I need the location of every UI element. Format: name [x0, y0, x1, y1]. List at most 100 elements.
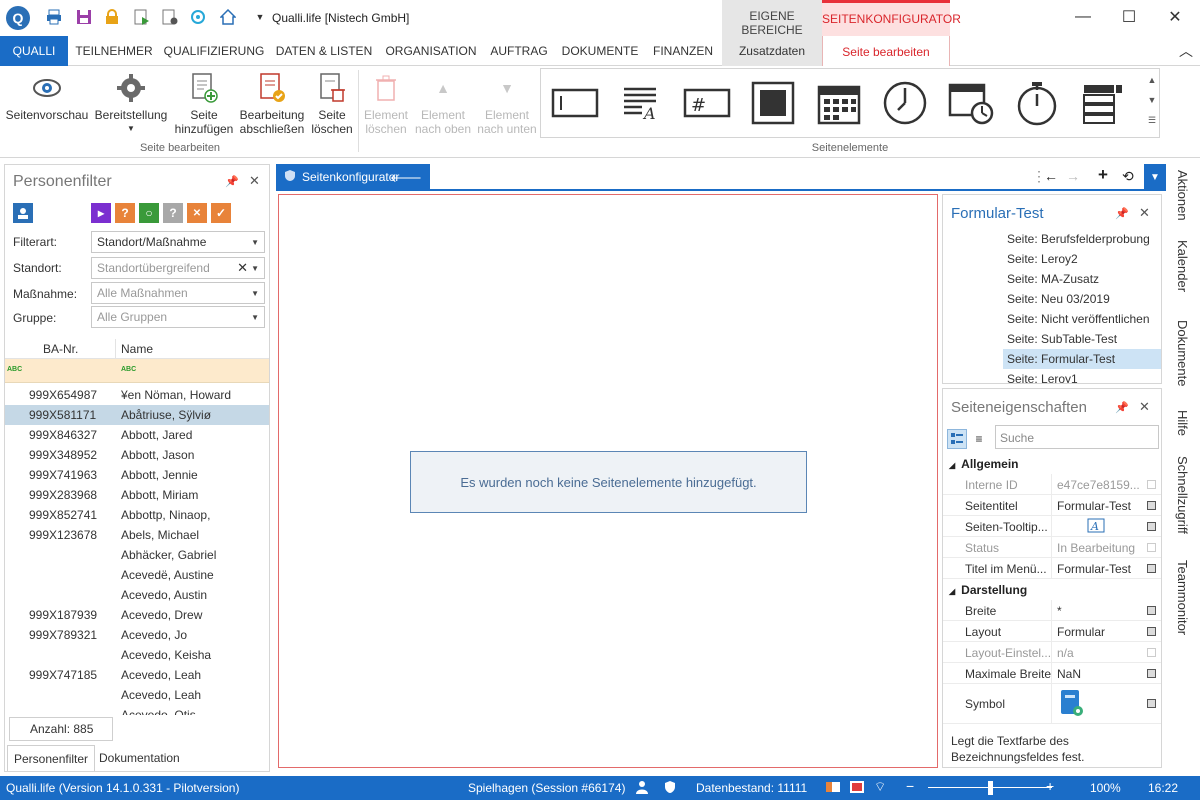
- col-ba-nr[interactable]: BA-Nr.: [43, 342, 78, 356]
- clock-icon[interactable]: [879, 77, 931, 129]
- list-view-icon[interactable]: ≡: [969, 429, 989, 449]
- side-tab-kalender[interactable]: Kalender: [1175, 240, 1190, 292]
- gruppe-select[interactable]: Alle Gruppen ▼: [91, 306, 265, 328]
- close-window-icon[interactable]: ✕: [1152, 0, 1198, 34]
- table-row[interactable]: 999X741963 Abbott, Jennie: [5, 465, 269, 485]
- tree-item[interactable]: Seite: Nicht veröffentlichen: [943, 309, 1161, 329]
- shield-status-icon[interactable]: [664, 780, 676, 797]
- col-name[interactable]: Name: [121, 342, 153, 356]
- quick-access-dropdown-icon[interactable]: ▼: [252, 9, 268, 25]
- prop-layout-einstellungen[interactable]: Layout-Einstel... n/a: [943, 642, 1161, 663]
- home-icon[interactable]: [220, 9, 236, 25]
- property-marker-icon[interactable]: [1147, 543, 1156, 552]
- tab-auftrag[interactable]: AUFTRAG: [484, 36, 554, 66]
- prop-layout[interactable]: Layout Formular: [943, 621, 1161, 642]
- side-tab-hilfe[interactable]: Hilfe: [1175, 410, 1190, 436]
- reset-icon[interactable]: ⟲: [1122, 168, 1134, 185]
- tab-dokumente[interactable]: DOKUMENTE: [556, 36, 644, 66]
- tab-organisation[interactable]: ORGANISATION: [380, 36, 482, 66]
- close-icon[interactable]: ✕: [1139, 205, 1150, 221]
- grid-filter-row[interactable]: ABC ABC: [5, 359, 269, 383]
- tree-item[interactable]: Seite: MA-Zusatz: [943, 269, 1161, 289]
- prop-interne-id[interactable]: Interne ID e47ce7e8159...: [943, 474, 1161, 495]
- pin-icon[interactable]: 📌: [1115, 401, 1129, 414]
- tab-qualli[interactable]: QUALLI: [0, 36, 68, 66]
- table-row[interactable]: 999X348952 Abbott, Jason: [5, 445, 269, 465]
- tab-daten-listen[interactable]: DATEN & LISTEN: [270, 36, 378, 66]
- gallery-scroll[interactable]: ▲ ▼ ☰: [1144, 70, 1160, 136]
- number-field-icon[interactable]: #: [681, 77, 733, 129]
- categorized-view-icon[interactable]: [947, 429, 967, 449]
- checkbox-icon[interactable]: [747, 77, 799, 129]
- side-tab-dokumente[interactable]: Dokumente: [1175, 320, 1190, 386]
- prop-symbol[interactable]: Symbol: [943, 684, 1161, 724]
- mail-icon[interactable]: [826, 780, 840, 797]
- element-loeschen-button[interactable]: Element löschen: [360, 72, 412, 136]
- seite-hinzufuegen-button[interactable]: Seite hinzufügen: [172, 72, 236, 136]
- bereitstellung-button[interactable]: Bereitstellung ▼: [92, 72, 170, 136]
- lock-icon[interactable]: [104, 9, 120, 25]
- symbol-book-icon[interactable]: [1059, 689, 1143, 720]
- seitenvorschau-button[interactable]: Seitenvorschau: [4, 72, 90, 122]
- property-marker-icon[interactable]: [1147, 669, 1156, 678]
- table-row[interactable]: 999X123678 Abels, Michael: [5, 525, 269, 545]
- tree-item[interactable]: Seite: Formular-Test: [1003, 349, 1161, 369]
- nav-forward-icon[interactable]: →: [1066, 168, 1080, 184]
- list-icon[interactable]: [1077, 77, 1129, 129]
- user-icon[interactable]: [636, 780, 648, 797]
- property-marker-icon[interactable]: [1147, 501, 1156, 510]
- page-canvas[interactable]: Es wurden noch keine Seitenelemente hinz…: [278, 194, 938, 768]
- close-icon[interactable]: ✕: [1139, 399, 1150, 415]
- back-arrow-icon[interactable]: 🡐: [390, 170, 422, 185]
- tree-item[interactable]: Seite: Neu 03/2019: [943, 289, 1161, 309]
- table-row[interactable]: Acevedo, Keisha: [5, 645, 269, 665]
- search-input[interactable]: Suche: [995, 425, 1159, 449]
- gallery-down-icon[interactable]: ▼: [1144, 90, 1160, 110]
- table-row[interactable]: 999X852741 Abbottp, Ninaop,: [5, 505, 269, 525]
- property-marker-icon[interactable]: [1147, 522, 1156, 531]
- stopwatch-icon[interactable]: [1011, 77, 1063, 129]
- table-row[interactable]: Acevedo, Austin: [5, 585, 269, 605]
- table-row[interactable]: 999X747185 Acevedo, Leah: [5, 665, 269, 685]
- play-document-icon[interactable]: [134, 9, 150, 25]
- element-nach-unten-button[interactable]: ▼ Element nach unten: [476, 72, 538, 136]
- zoom-in-icon[interactable]: +: [1046, 778, 1054, 794]
- text-area-icon[interactable]: A: [615, 77, 667, 129]
- filter-cross-icon[interactable]: ✕: [187, 203, 207, 223]
- filterart-select[interactable]: Standort/Maßnahme ▼: [91, 231, 265, 253]
- filter-check-icon[interactable]: ✓: [211, 203, 231, 223]
- table-row[interactable]: Acevedo, Otis: [5, 705, 269, 715]
- property-marker-icon[interactable]: [1147, 699, 1156, 708]
- table-row[interactable]: 999X789321 Acevedo, Jo: [5, 625, 269, 645]
- property-marker-icon[interactable]: [1147, 648, 1156, 657]
- text-filter-icon[interactable]: ABC: [7, 366, 22, 373]
- window-status-icon[interactable]: [850, 780, 864, 797]
- table-row[interactable]: 999X654987 ¥en Nöman, Howard: [5, 385, 269, 405]
- table-row[interactable]: 999X187939 Acevedo, Drew: [5, 605, 269, 625]
- tab-finanzen[interactable]: FINANZEN: [646, 36, 720, 66]
- property-marker-icon[interactable]: [1147, 627, 1156, 636]
- clear-icon[interactable]: ✕: [237, 260, 248, 276]
- seite-loeschen-button[interactable]: Seite löschen: [308, 72, 356, 136]
- app-logo-icon[interactable]: Q: [6, 6, 30, 30]
- close-icon[interactable]: ✕: [249, 173, 260, 189]
- pin-icon[interactable]: 📌: [1115, 207, 1129, 220]
- table-row[interactable]: 999X283968 Abbott, Miriam: [5, 485, 269, 505]
- document-settings-icon[interactable]: [162, 9, 178, 25]
- wifi-icon[interactable]: ⌔: [874, 779, 886, 795]
- side-tab-aktionen[interactable]: Aktionen: [1175, 170, 1190, 221]
- gallery-up-icon[interactable]: ▲: [1144, 70, 1160, 90]
- maximize-icon[interactable]: ☐: [1106, 0, 1152, 34]
- filter-question-icon[interactable]: ?: [115, 203, 135, 223]
- prop-breite[interactable]: Breite *: [943, 600, 1161, 621]
- text-filter-icon[interactable]: ABC: [121, 366, 136, 373]
- textbox-icon[interactable]: [549, 77, 601, 129]
- tree-item[interactable]: Seite: Leroy1: [943, 369, 1161, 383]
- datetime-icon[interactable]: [945, 77, 997, 129]
- standort-select[interactable]: Standortübergreifend ✕ ▼: [91, 257, 265, 279]
- massnahme-select[interactable]: Alle Maßnahmen ▼: [91, 282, 265, 304]
- zoom-slider-thumb[interactable]: [988, 781, 993, 795]
- prop-seitentitel[interactable]: Seitentitel Formular-Test: [943, 495, 1161, 516]
- filter-circle-icon[interactable]: ○: [139, 203, 159, 223]
- tree-item[interactable]: Seite: Leroy2: [943, 249, 1161, 269]
